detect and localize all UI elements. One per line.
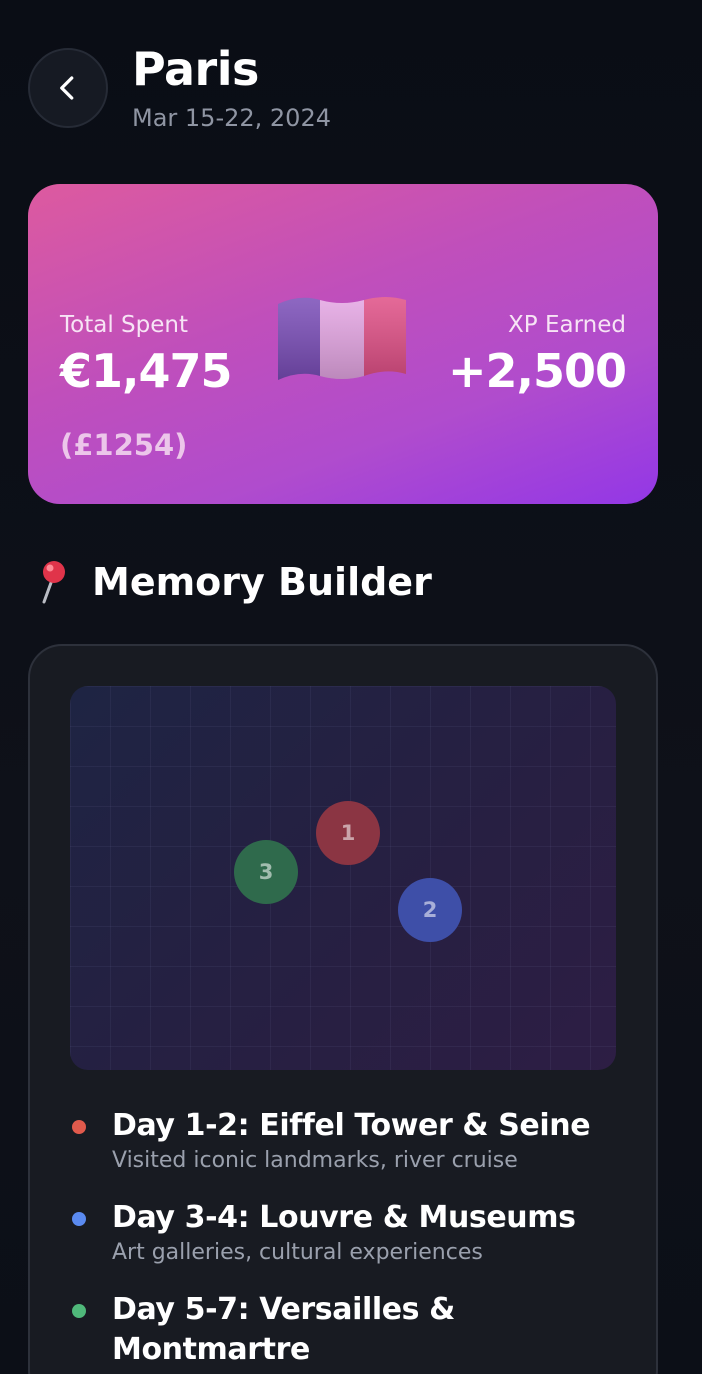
map-pin-1[interactable]: 1 bbox=[316, 801, 380, 865]
list-item-subtitle: Art galleries, cultural experiences bbox=[112, 1240, 483, 1265]
list-item-title: Day 5-7: Versailles & Montmartre bbox=[112, 1292, 455, 1367]
blue-dot-icon bbox=[72, 1212, 86, 1226]
green-dot-icon bbox=[72, 1304, 86, 1318]
xp-earned-label: XP Earned bbox=[508, 312, 626, 338]
list-item-title: Day 1-2: Eiffel Tower & Seine bbox=[112, 1108, 591, 1143]
trip-dates: Mar 15-22, 2024 bbox=[132, 104, 331, 132]
france-flag-icon bbox=[278, 297, 406, 380]
list-item-title: Day 3-4: Louvre & Museums bbox=[112, 1200, 576, 1235]
list-item[interactable]: Day 1-2: Eiffel Tower & Seine Visited ic… bbox=[70, 1106, 630, 1176]
xp-earned-value: +2,500 bbox=[447, 344, 627, 398]
list-item[interactable]: Day 5-7: Versailles & Montmartre bbox=[70, 1290, 630, 1370]
memory-builder-card: 1 2 3 Day 1-2: Eiffel Tower & Seine Visi… bbox=[28, 644, 658, 1374]
trip-detail-screen: Paris Mar 15-22, 2024 Total Spent €1,475… bbox=[0, 0, 702, 1374]
total-spent-label: Total Spent bbox=[60, 312, 188, 338]
map-pin-icon bbox=[42, 561, 65, 604]
memory-map[interactable]: 1 2 3 bbox=[70, 686, 616, 1070]
map-pin-2[interactable]: 2 bbox=[398, 878, 462, 942]
total-spent-value: €1,475 bbox=[60, 344, 233, 398]
list-item-subtitle: Visited iconic landmarks, river cruise bbox=[112, 1148, 518, 1173]
chevron-left-icon bbox=[60, 76, 74, 100]
memory-list: Day 1-2: Eiffel Tower & Seine Visited ic… bbox=[70, 1106, 630, 1374]
map-pin-3[interactable]: 3 bbox=[234, 840, 298, 904]
back-button[interactable] bbox=[28, 48, 108, 128]
list-item[interactable]: Day 3-4: Louvre & Museums Art galleries,… bbox=[70, 1198, 630, 1268]
section-title: Memory Builder bbox=[92, 560, 432, 604]
total-spent-converted: (£1254) bbox=[60, 428, 188, 462]
trip-summary-card: Total Spent €1,475 (£1254) XP Earned +2,… bbox=[28, 184, 658, 504]
red-dot-icon bbox=[72, 1120, 86, 1134]
page-title: Paris bbox=[132, 42, 259, 96]
